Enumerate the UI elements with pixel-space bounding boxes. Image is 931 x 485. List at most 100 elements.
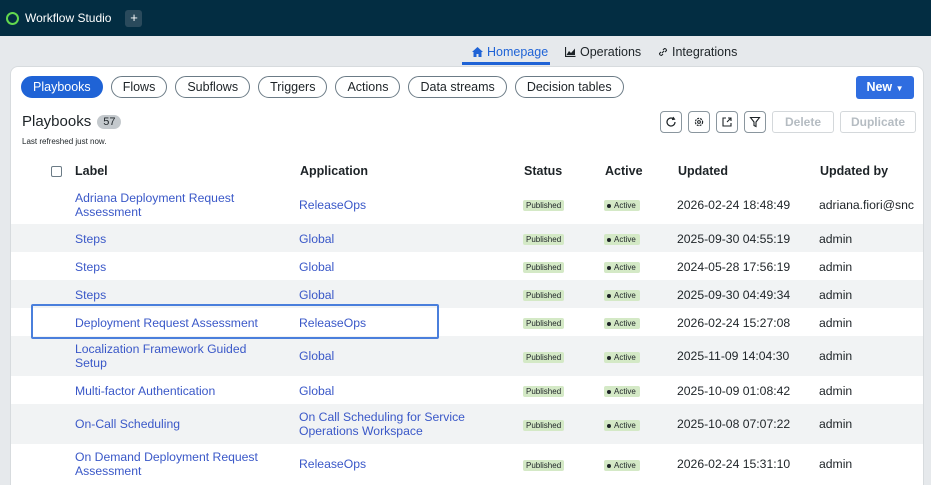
active-badge-text: Active xyxy=(614,235,636,244)
active-badge-text: Active xyxy=(614,291,636,300)
col-active[interactable]: Active xyxy=(605,164,643,178)
row-updated: 2025-10-09 01:08:42 xyxy=(677,384,791,398)
row-application-link[interactable]: ReleaseOps xyxy=(299,457,366,471)
row-application-link[interactable]: Global xyxy=(299,288,334,302)
row-application-link[interactable]: Global xyxy=(299,260,334,274)
export-button[interactable] xyxy=(716,111,738,133)
row-label-link[interactable]: On Demand Deployment Request Assessment xyxy=(75,450,265,478)
active-badge-text: Active xyxy=(614,461,636,470)
select-all-checkbox[interactable] xyxy=(51,166,62,177)
row-label-link[interactable]: Steps xyxy=(75,288,106,302)
table-row[interactable]: On Demand Deployment Request Assessment … xyxy=(11,444,923,484)
status-badge: Published xyxy=(523,386,565,397)
new-button[interactable]: New ▼ xyxy=(856,76,914,99)
col-updated[interactable]: Updated xyxy=(678,164,728,178)
tab-integrations[interactable]: Integrations xyxy=(658,45,737,59)
filter-icon xyxy=(749,116,761,128)
row-application-link[interactable]: Global xyxy=(299,349,334,363)
row-application-link[interactable]: On Call Scheduling for Service Operation… xyxy=(299,410,484,438)
active-dot-icon xyxy=(607,389,611,394)
col-status[interactable]: Status xyxy=(524,164,562,178)
table-row[interactable]: Multi-factor Authentication Global Publi… xyxy=(11,376,923,404)
app-title: Workflow Studio xyxy=(25,11,112,25)
active-badge: Active xyxy=(604,200,640,211)
chart-icon xyxy=(565,47,576,57)
active-badge-text: Active xyxy=(614,353,636,362)
status-badge: Published xyxy=(523,460,565,471)
row-highlight-box xyxy=(31,304,439,339)
row-label-link[interactable]: Steps xyxy=(75,232,106,246)
col-label[interactable]: Label xyxy=(75,164,108,178)
status-badge: Published xyxy=(523,420,565,431)
table-row[interactable]: On-Call Scheduling On Call Scheduling fo… xyxy=(11,404,923,444)
refresh-icon xyxy=(666,116,676,127)
row-updated: 2026-02-24 15:31:10 xyxy=(677,457,791,471)
chip-actions[interactable]: Actions xyxy=(335,76,401,98)
row-label-link[interactable]: Adriana Deployment Request Assessment xyxy=(75,191,265,219)
table-row[interactable]: Steps Global Published Active 2024-05-28… xyxy=(11,252,923,280)
refresh-button[interactable] xyxy=(660,111,682,133)
chip-triggers[interactable]: Triggers xyxy=(258,76,328,98)
table-row[interactable]: Adriana Deployment Request Assessment Re… xyxy=(11,184,923,224)
active-dot-icon xyxy=(607,237,611,242)
active-badge: Active xyxy=(604,234,640,245)
tab-integrations-label: Integrations xyxy=(672,45,738,59)
section-title-text: Playbooks xyxy=(22,113,92,130)
row-application-link[interactable]: ReleaseOps xyxy=(299,198,366,212)
table-row[interactable]: Localization Framework Guided Setup Glob… xyxy=(11,336,923,376)
col-updated-by[interactable]: Updated by xyxy=(820,164,888,178)
chip-subflows[interactable]: Subflows xyxy=(175,76,251,98)
status-badge: Published xyxy=(523,234,565,245)
active-badge-text: Active xyxy=(614,387,636,396)
main-nav: Homepage Operations Integrations xyxy=(0,36,931,64)
status-badge: Published xyxy=(523,318,565,329)
row-updated: 2025-11-09 14:04:30 xyxy=(677,349,790,363)
col-application[interactable]: Application xyxy=(300,164,368,178)
chip-decision-tables[interactable]: Decision tables xyxy=(514,76,624,98)
tab-operations[interactable]: Operations xyxy=(565,45,641,59)
row-updated-by: admin xyxy=(819,232,853,246)
row-label-link[interactable]: On-Call Scheduling xyxy=(75,417,180,431)
active-badge-text: Active xyxy=(614,263,636,272)
delete-button[interactable]: Delete xyxy=(772,111,834,133)
status-badge: Published xyxy=(523,262,565,273)
active-dot-icon xyxy=(607,265,611,270)
active-dot-icon xyxy=(607,355,611,360)
row-updated: 2025-09-30 04:49:34 xyxy=(677,288,791,302)
active-badge-text: Active xyxy=(614,319,636,328)
active-badge-text: Active xyxy=(614,201,636,210)
gear-icon xyxy=(694,117,704,127)
active-badge: Active xyxy=(604,420,640,431)
filter-button[interactable] xyxy=(744,111,766,133)
app-logo-icon xyxy=(6,11,19,25)
chip-data-streams[interactable]: Data streams xyxy=(408,76,507,98)
row-updated-by: adriana.fiori@snc xyxy=(819,198,914,212)
tab-operations-label: Operations xyxy=(580,45,642,59)
row-updated: 2026-02-24 18:48:49 xyxy=(677,198,791,212)
row-application-link[interactable]: Global xyxy=(299,232,334,246)
row-updated-by: admin xyxy=(819,260,853,274)
row-updated-by: admin xyxy=(819,384,853,398)
active-dot-icon xyxy=(607,321,611,326)
status-badge: Published xyxy=(523,352,565,363)
row-label-link[interactable]: Steps xyxy=(75,260,106,274)
chip-playbooks[interactable]: Playbooks xyxy=(21,76,103,98)
chip-flows[interactable]: Flows xyxy=(110,76,168,98)
row-updated: 2025-10-08 07:07:22 xyxy=(677,417,791,431)
add-tab-button[interactable]: + xyxy=(125,9,143,27)
filter-chips: Playbooks Flows Subflows Triggers Action… xyxy=(21,76,624,98)
tab-homepage[interactable]: Homepage xyxy=(472,45,548,59)
row-application-link[interactable]: Global xyxy=(299,384,334,398)
new-button-label: New xyxy=(866,80,893,94)
active-badge: Active xyxy=(604,290,640,301)
settings-button[interactable] xyxy=(688,111,710,133)
duplicate-button[interactable]: Duplicate xyxy=(840,111,916,133)
active-badge: Active xyxy=(604,386,640,397)
active-badge-text: Active xyxy=(614,421,636,430)
table-row[interactable]: Steps Global Published Active 2025-09-30… xyxy=(11,224,923,252)
active-dot-icon xyxy=(607,463,611,468)
row-label-link[interactable]: Localization Framework Guided Setup xyxy=(75,342,255,370)
active-dot-icon xyxy=(607,203,611,208)
tab-homepage-label: Homepage xyxy=(487,45,549,59)
row-label-link[interactable]: Multi-factor Authentication xyxy=(75,384,215,398)
